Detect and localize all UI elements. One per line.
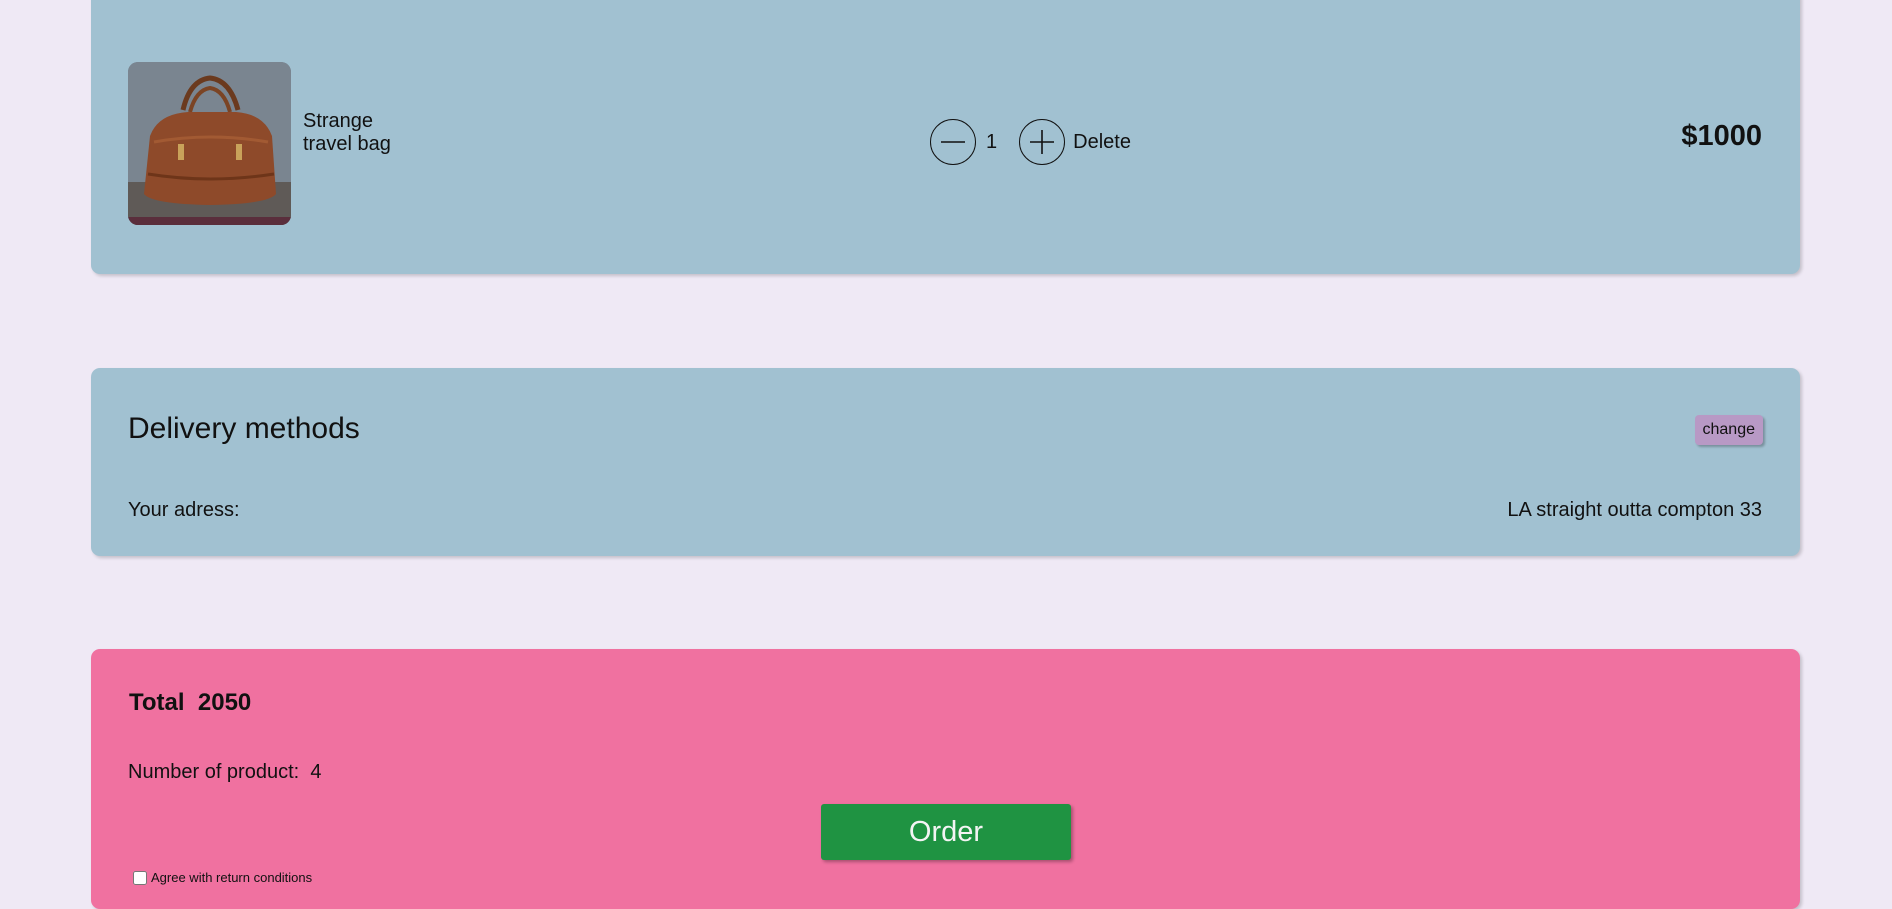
total-value: 2050 [197, 689, 252, 716]
agree-return-conditions[interactable]: Agree with return conditions [133, 870, 312, 885]
decrease-quantity-button[interactable] [930, 119, 976, 165]
cart-item-card: Strange travel bag 1 Delete $1000 [91, 0, 1800, 274]
address-value: LA straight outta compton 33 [1507, 499, 1762, 521]
product-count-label: Number of product: [128, 761, 300, 783]
agree-checkbox[interactable] [133, 870, 147, 885]
change-delivery-button[interactable]: change [1694, 415, 1763, 445]
plus-icon [1030, 130, 1055, 154]
order-summary-card: Total 2050 Number of product: 4 Order Ag… [91, 649, 1800, 909]
quantity-stepper: 1 Delete [930, 118, 1131, 166]
bag-icon [128, 62, 291, 225]
total-label: Total [129, 689, 185, 716]
order-button[interactable]: Order [821, 804, 1071, 860]
item-price: $1000 [1681, 120, 1762, 152]
delivery-title: Delivery methods [128, 412, 360, 445]
product-image[interactable] [128, 62, 291, 225]
agree-label: Agree with return conditions [151, 870, 313, 885]
quantity-value: 1 [986, 130, 998, 153]
product-count-value: 4 [310, 761, 322, 783]
minus-icon [941, 141, 965, 143]
product-count-line: Number of product: 4 [128, 761, 321, 784]
total-line: Total 2050 [129, 689, 251, 717]
address-label: Your adress: [128, 499, 240, 521]
product-name: Strange travel bag [303, 110, 391, 155]
delete-item-button[interactable]: Delete [1073, 131, 1131, 154]
delivery-card: Delivery methods change Your adress: LA … [91, 368, 1800, 556]
increase-quantity-button[interactable] [1019, 119, 1066, 165]
